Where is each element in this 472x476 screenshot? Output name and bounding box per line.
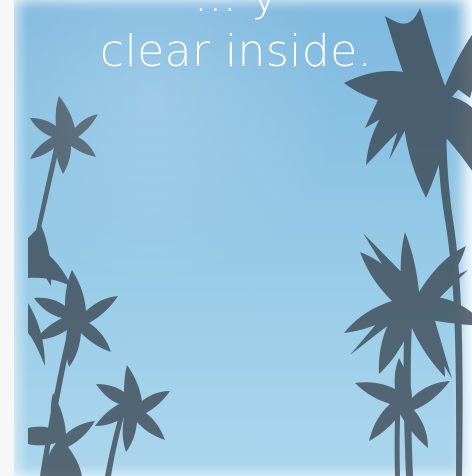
caption-line-one: ... y [0, 0, 472, 25]
overlay-caption: ... y clear inside. [0, 0, 472, 79]
poster: ... y clear inside. [0, 0, 472, 476]
caption-line-two: clear inside. [100, 25, 372, 77]
